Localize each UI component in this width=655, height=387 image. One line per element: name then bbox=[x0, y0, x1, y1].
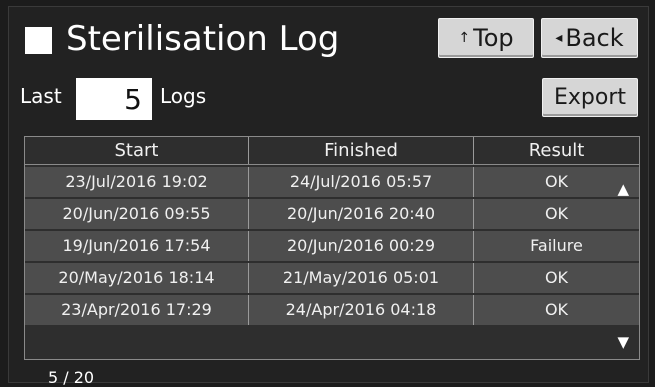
arrow-left-icon: ◂ bbox=[555, 30, 563, 46]
finished-cell: 24/Jul/2016 05:57 bbox=[249, 167, 474, 197]
table-row[interactable]: 20/May/2016 18:14 21/May/2016 05:01 OK bbox=[25, 261, 639, 293]
start-cell: 23/Apr/2016 17:29 bbox=[25, 295, 249, 325]
table-row[interactable]: 20/Jun/2016 09:55 20/Jun/2016 20:40 OK bbox=[25, 197, 639, 229]
table-row[interactable]: 23/Apr/2016 17:29 24/Apr/2016 04:18 OK bbox=[25, 293, 639, 325]
finished-cell: 24/Apr/2016 04:18 bbox=[249, 295, 474, 325]
logs-label: Logs bbox=[160, 84, 207, 108]
page-title: Sterilisation Log bbox=[66, 19, 340, 59]
finished-cell: 21/May/2016 05:01 bbox=[249, 263, 474, 293]
result-cell: Failure bbox=[530, 236, 583, 255]
column-header-result: Result bbox=[528, 140, 585, 161]
result-cell: OK bbox=[544, 204, 569, 223]
start-cell: 20/May/2016 18:14 bbox=[25, 263, 249, 293]
log-table: Start Finished Result 23/Jul/2016 19:02 … bbox=[24, 136, 640, 360]
scroll-down-icon[interactable]: ▼ bbox=[617, 333, 629, 351]
back-button[interactable]: ◂ Back bbox=[541, 18, 638, 58]
finished-cell: 20/Jun/2016 00:29 bbox=[249, 231, 474, 261]
export-button[interactable]: Export bbox=[542, 78, 638, 117]
start-cell: 23/Jul/2016 19:02 bbox=[25, 167, 249, 197]
top-button[interactable]: ↑ Top bbox=[438, 18, 534, 58]
result-cell: OK bbox=[544, 268, 569, 287]
result-cell: OK bbox=[544, 300, 569, 319]
result-cell: OK ▲ bbox=[474, 167, 639, 198]
start-cell: 20/Jun/2016 09:55 bbox=[25, 199, 249, 229]
last-label: Last bbox=[20, 84, 62, 108]
title-square-icon bbox=[25, 27, 52, 54]
table-row[interactable]: 23/Jul/2016 19:02 24/Jul/2016 05:57 OK ▲ bbox=[25, 165, 639, 198]
table-empty-area: ▼ bbox=[25, 325, 639, 359]
page-indicator: 5 / 20 bbox=[48, 368, 95, 387]
finished-cell: 20/Jun/2016 20:40 bbox=[249, 199, 474, 229]
log-count-input[interactable]: 5 bbox=[76, 78, 152, 120]
result-value: OK bbox=[544, 172, 569, 191]
table-row[interactable]: 19/Jun/2016 17:54 20/Jun/2016 00:29 Fail… bbox=[25, 229, 639, 261]
table-header: Start Finished Result bbox=[25, 137, 639, 165]
start-cell: 19/Jun/2016 17:54 bbox=[25, 231, 249, 261]
back-button-label: Back bbox=[565, 24, 624, 52]
arrow-up-icon: ↑ bbox=[458, 30, 471, 46]
top-button-label: Top bbox=[473, 24, 514, 52]
column-header-finished: Finished bbox=[249, 137, 474, 164]
column-header-start: Start bbox=[25, 137, 249, 164]
